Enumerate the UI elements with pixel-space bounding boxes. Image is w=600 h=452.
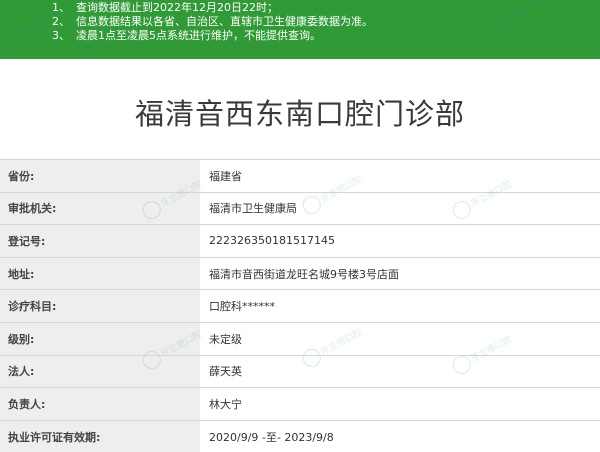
row-value: 林大宁 [200, 388, 600, 420]
notice-banner: 1、 查询数据截止到2022年12月20日22时； 2、 信息数据结果以各省、自治区… [0, 0, 600, 59]
table-row: 负责人: 林大宁 [0, 387, 600, 420]
row-label: 诊疗科目: [0, 290, 200, 322]
row-value: 2020/9/9 -至- 2023/9/8 [200, 420, 600, 452]
row-label: 地址: [0, 257, 200, 290]
table-row: 诊疗科目: 口腔科****** [0, 289, 600, 322]
row-label: 法人: [0, 355, 200, 388]
notice-line: 1、 查询数据截止到2022年12月20日22时； [52, 1, 278, 14]
row-label: 省份: [0, 160, 200, 192]
row-value: 福清市音西街道龙旺名城9号楼3号店面 [200, 257, 600, 290]
page-title: 福清音西东南口腔门诊部 [134, 97, 465, 131]
row-label: 登记号: [0, 225, 200, 257]
table-row: 执业许可证有效期: 2020/9/9 -至- 2023/9/8 [0, 419, 600, 452]
row-value: 福建省 [200, 160, 600, 192]
row-value: 未定级 [200, 322, 600, 355]
notice-line: 3、 凌晨1点至凌晨5点系统进行维护，不能提供查询。 [52, 29, 321, 42]
table-row: 地址: 福清市音西街道龙旺名城9号楼3号店面 [0, 256, 600, 290]
table-row: 法人: 薛天英 [0, 354, 600, 388]
row-label: 级别: [0, 322, 200, 355]
title-area: 福清音西东南口腔门诊部 [0, 59, 600, 159]
table-row: 审批机关: 福清市卫生健康局 [0, 191, 600, 225]
table-row: 省份: 福建省 [0, 159, 600, 192]
row-value: 222326350181517145 [200, 225, 600, 257]
row-value: 福清市卫生健康局 [200, 192, 600, 225]
table-row: 级别: 未定级 [0, 321, 600, 355]
row-label: 审批机关: [0, 192, 200, 225]
row-value: 薛天英 [200, 355, 600, 388]
row-label: 负责人: [0, 388, 200, 420]
table-row: 登记号: 222326350181517145 [0, 224, 600, 257]
info-table: 省份: 福建省 审批机关: 福清市卫生健康局 登记号: 222326350181… [0, 159, 600, 452]
row-value: 口腔科****** [200, 290, 600, 322]
notice-line: 2、 信息数据结果以各省、自治区、直辖市卫生健康委数据为准。 [52, 15, 373, 28]
row-label: 执业许可证有效期: [0, 420, 200, 452]
